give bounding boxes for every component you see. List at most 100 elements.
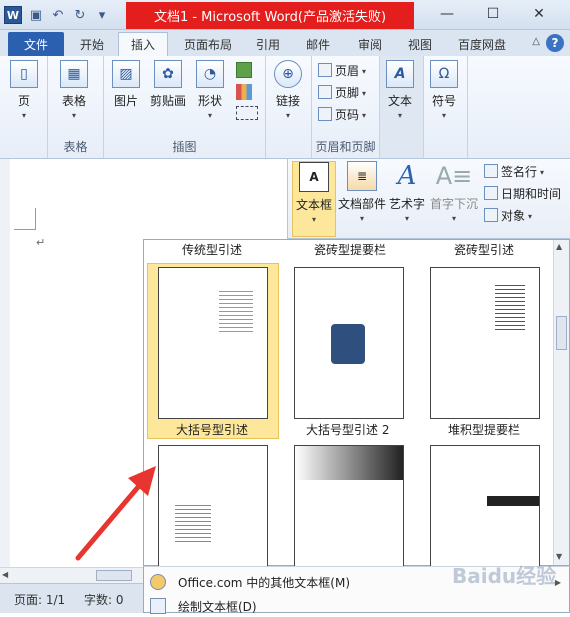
- clipart-icon: ✿: [154, 60, 182, 88]
- globe-link-icon: ⊕: [274, 60, 302, 88]
- tab-file[interactable]: 文件: [8, 32, 64, 56]
- chevron-down-icon: ▾: [451, 214, 456, 223]
- tab-page-layout[interactable]: 页面布局: [176, 32, 240, 56]
- page-button[interactable]: ▯ 页 ▾: [10, 60, 38, 120]
- signature-line-button[interactable]: 签名行 ▾: [484, 161, 544, 181]
- baidu-watermark: Baidu经验: [452, 564, 557, 588]
- tab-insert[interactable]: 插入: [118, 32, 168, 56]
- thumbnail-text-lines: [175, 502, 211, 542]
- undo-icon[interactable]: ↶: [50, 7, 66, 23]
- table-button[interactable]: ▦ 表格 ▾: [60, 60, 88, 120]
- text-icon: A: [386, 60, 414, 88]
- left-margin: [0, 159, 10, 567]
- gallery-item-brace-quote[interactable]: [158, 267, 268, 419]
- dropcap-button[interactable]: A≡ 首字下沉 ▾: [428, 161, 480, 237]
- customize-qat-icon[interactable]: ▾: [94, 7, 110, 23]
- symbol-button[interactable]: Ω 符号 ▾: [430, 60, 458, 120]
- shapes-icon: ◔: [196, 60, 224, 88]
- chart-icon[interactable]: [236, 84, 252, 100]
- tab-view[interactable]: 视图: [398, 32, 442, 56]
- text-button[interactable]: A 文本 ▾: [386, 60, 414, 120]
- signature-icon: [484, 164, 498, 178]
- dropcap-icon: A≡: [435, 162, 473, 190]
- link-button[interactable]: ⊕ 链接 ▾: [274, 60, 302, 120]
- chevron-down-icon: ▾: [362, 88, 367, 98]
- status-bar: 页面: 1/1 字数: 0: [0, 583, 143, 613]
- scroll-down-icon[interactable]: ▼: [556, 552, 562, 561]
- thumbnail-dark-band: [295, 446, 403, 480]
- tab-baidu-netdisk[interactable]: 百度网盘: [450, 32, 514, 56]
- help-icon[interactable]: ?: [546, 34, 564, 52]
- save-icon[interactable]: ▣: [28, 7, 44, 23]
- minimize-button[interactable]: —: [424, 2, 470, 26]
- gallery-item-stacked-sidebar[interactable]: [430, 267, 540, 419]
- paragraph-mark: ↵: [36, 236, 46, 249]
- text-group: A 文本 ▾: [380, 56, 424, 158]
- ribbon-tabs: 文件 开始 插入 页面布局 引用 邮件 审阅 视图 百度网盘 ? △: [0, 30, 570, 56]
- smartart-icon[interactable]: [236, 62, 252, 78]
- clipart-button[interactable]: ✿ 剪贴画: [150, 60, 186, 109]
- links-group: ⊕ 链接 ▾: [266, 56, 312, 158]
- gallery-header-tile-quote: 瓷砖型引述: [454, 243, 515, 257]
- thumbnail-blue-box: [331, 324, 365, 364]
- screenshot-icon[interactable]: [236, 106, 258, 120]
- gallery-item-row2-3[interactable]: [430, 445, 540, 569]
- gallery-scrollbar[interactable]: ▲ ▼: [553, 240, 569, 565]
- close-button[interactable]: ✕: [516, 2, 562, 26]
- draw-textbox-menu-item[interactable]: 绘制文本框(D): [144, 595, 569, 617]
- date-time-button[interactable]: 日期和时间: [484, 183, 561, 203]
- calendar-icon: [484, 186, 498, 200]
- chevron-down-icon: ▾: [311, 215, 316, 224]
- tab-references[interactable]: 引用: [248, 32, 288, 56]
- gallery-header-classic-quote: 传统型引述: [182, 243, 243, 257]
- chevron-down-icon: ▾: [528, 211, 533, 221]
- scroll-thumb[interactable]: [556, 316, 567, 350]
- quick-parts-button[interactable]: ≣ 文档部件 ▾: [338, 161, 386, 237]
- horizontal-scrollbar[interactable]: ◀: [0, 567, 143, 583]
- scroll-thumb[interactable]: [96, 570, 132, 581]
- redo-icon[interactable]: ↻: [72, 7, 88, 23]
- thumbnail-dark-band: [487, 496, 539, 506]
- annotation-arrow: [75, 466, 156, 561]
- chevron-down-icon: ▾: [362, 110, 367, 120]
- pages-group: ▯ 页 ▾: [0, 56, 48, 158]
- object-button[interactable]: 对象 ▾: [484, 205, 532, 225]
- wordart-button[interactable]: A 艺术字 ▾: [388, 161, 426, 237]
- word-logo-icon[interactable]: W: [4, 6, 22, 24]
- table-icon: ▦: [60, 60, 88, 88]
- gallery-item-row2-1[interactable]: [158, 445, 268, 569]
- picture-button[interactable]: ▨ 图片: [112, 60, 140, 109]
- page-count[interactable]: 页面: 1/1: [14, 591, 65, 608]
- chevron-down-icon: ▾: [71, 111, 76, 120]
- header-button[interactable]: 页眉 ▾: [318, 60, 366, 80]
- chevron-down-icon: ▾: [359, 214, 364, 223]
- footer-icon: [318, 85, 332, 99]
- collapse-ribbon-icon[interactable]: △: [532, 36, 540, 47]
- margin-corner-mark: [14, 208, 36, 230]
- gallery-item-row2-2[interactable]: [294, 445, 404, 569]
- maximize-button[interactable]: ☐: [470, 2, 516, 26]
- footer-button[interactable]: 页脚 ▾: [318, 82, 366, 102]
- word-count[interactable]: 字数: 0: [84, 591, 124, 608]
- tab-mailings[interactable]: 邮件: [296, 32, 340, 56]
- textbox-button[interactable]: A 文本框 ▾: [292, 161, 336, 237]
- thumbnail-text-lines: [219, 288, 253, 334]
- chevron-down-icon: ▾: [540, 167, 545, 177]
- textbox-icon: A: [299, 162, 329, 192]
- group-label-illustrations: 插图: [172, 140, 197, 154]
- page-number-button[interactable]: 页码 ▾: [318, 104, 366, 124]
- chevron-down-icon: ▾: [397, 111, 402, 120]
- gallery-item-brace-quote-2[interactable]: [294, 267, 404, 419]
- tab-review[interactable]: 审阅: [348, 32, 392, 56]
- textbox-gallery: 传统型引述 瓷砖型提要栏 瓷砖型引述 大括号型引述 大括号型引述 2 堆积型提要…: [143, 239, 570, 569]
- scroll-left-icon[interactable]: ◀: [2, 570, 8, 579]
- picture-icon: ▨: [112, 60, 140, 88]
- shapes-button[interactable]: ◔ 形状 ▾: [196, 60, 224, 120]
- chevron-down-icon: ▾: [441, 111, 446, 120]
- tab-home[interactable]: 开始: [70, 32, 114, 56]
- omega-icon: Ω: [430, 60, 458, 88]
- scroll-up-icon[interactable]: ▲: [556, 242, 562, 251]
- illustrations-group: ▨ 图片 ✿ 剪贴画 ◔ 形状 ▾ 插图: [104, 56, 266, 158]
- group-label-header-footer: 页眉和页脚: [315, 140, 376, 154]
- gallery-item-label: 大括号型引述: [176, 423, 249, 437]
